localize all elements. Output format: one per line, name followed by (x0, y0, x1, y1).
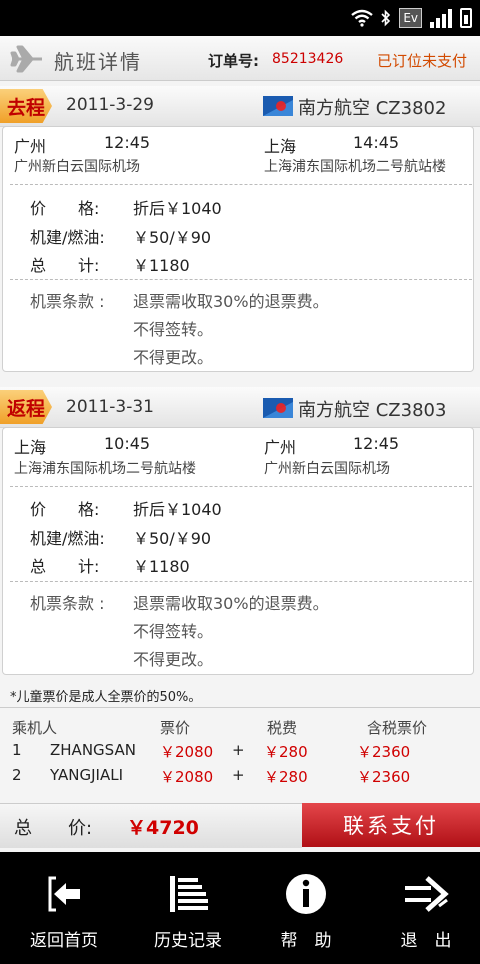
flight-number: CZ3803 (375, 400, 447, 421)
tax-value: ￥50/￥90 (133, 228, 212, 247)
total-price-label: 总 价: (14, 818, 93, 839)
ticket-term: 退票需收取30%的退票费。 (133, 292, 329, 311)
back-home-icon (48, 876, 80, 912)
arrival-time: 14:45 (353, 133, 400, 152)
wifi-icon (351, 9, 374, 27)
flight-number: CZ3802 (375, 98, 447, 119)
status-icons: Ev (351, 6, 472, 30)
order-status: 已订位未支付 (377, 52, 468, 70)
divider (10, 486, 472, 487)
price-value: 折后￥1040 (133, 199, 222, 218)
arrival-time: 12:45 (353, 434, 400, 453)
outbound-tag: 去程 (0, 89, 52, 123)
ticket-term: 不得签转。 (133, 320, 214, 339)
passenger-tax: ￥280 (264, 768, 308, 786)
col-header-tax: 税费 (267, 719, 298, 737)
departure-time: 12:45 (104, 133, 151, 152)
divider (10, 279, 472, 280)
ticket-terms-label: 机票条款 : (30, 594, 105, 613)
from-city: 广州 (14, 137, 47, 156)
ticket-term: 不得签转。 (133, 622, 214, 641)
passenger-total: ￥2360 (357, 768, 411, 786)
to-airport: 广州新白云国际机场 (264, 461, 390, 477)
passenger-name: ZHANGSAN (50, 741, 136, 759)
child-fare-note: *儿童票价是成人全票价的50%。 (10, 690, 202, 705)
nav-exit-button[interactable]: 退 出 (366, 852, 480, 964)
page-title: 航班详情 (54, 50, 142, 74)
ticket-term: 退票需收取30%的退票费。 (133, 594, 329, 613)
divider (10, 581, 472, 582)
departure-time: 10:45 (104, 434, 151, 453)
passenger-name: YANGJIALI (50, 766, 123, 784)
airline-name: 南方航空 (298, 400, 370, 421)
signal-icon (430, 8, 452, 28)
airplane-icon (10, 45, 42, 73)
outbound-airline: 南方航空 CZ3802 (298, 94, 446, 120)
bluetooth-icon (381, 9, 391, 27)
passenger-index: 2 (12, 766, 22, 784)
price-value: 折后￥1040 (133, 500, 222, 519)
nav-label: 退 出 (400, 931, 452, 951)
nav-label: 返回首页 (30, 931, 98, 951)
total-label: 总 计: (30, 256, 100, 275)
divider (10, 184, 472, 185)
total-value: ￥1180 (133, 256, 190, 275)
airline-logo-icon (263, 398, 293, 418)
passenger-tax: ￥280 (264, 743, 308, 761)
battery-icon (460, 8, 472, 28)
contact-pay-button[interactable]: 联系支付 (302, 803, 480, 847)
total-price-value: ￥4720 (127, 817, 199, 839)
price-label: 价 格: (30, 500, 100, 519)
exit-arrow-icon (405, 876, 449, 912)
passenger-fare: ￥2080 (160, 768, 214, 786)
to-airport: 上海浦东国际机场二号航站楼 (264, 159, 446, 175)
price-label: 价 格: (30, 199, 100, 218)
nav-help-button[interactable]: 帮 助 (246, 852, 366, 964)
passenger-fare: ￥2080 (160, 743, 214, 761)
tax-label: 机建/燃油: (30, 228, 105, 247)
airline-name: 南方航空 (298, 98, 370, 119)
return-tag: 返程 (0, 390, 52, 424)
col-header-fare: 票价 (160, 719, 191, 737)
plus-sign: + (232, 766, 245, 784)
tax-value: ￥50/￥90 (133, 529, 212, 548)
return-airline: 南方航空 CZ3803 (298, 396, 446, 422)
passenger-total: ￥2360 (357, 743, 411, 761)
info-icon (286, 874, 326, 914)
from-airport: 广州新白云国际机场 (14, 159, 140, 175)
airline-logo-icon (263, 96, 293, 116)
ticket-term: 不得更改。 (133, 650, 214, 669)
nav-label: 历史记录 (154, 931, 222, 951)
from-airport: 上海浦东国际机场二号航站楼 (14, 461, 196, 477)
return-date: 2011-3-31 (66, 397, 154, 417)
ticket-terms-label: 机票条款 : (30, 292, 105, 311)
from-city: 上海 (14, 438, 47, 457)
passenger-index: 1 (12, 741, 22, 759)
ev-indicator: Ev (399, 8, 422, 28)
ticket-term: 不得更改。 (133, 348, 214, 367)
nav-history-button[interactable]: 历史记录 (128, 852, 248, 964)
total-label: 总 计: (30, 557, 100, 576)
nav-label: 帮 助 (280, 931, 332, 951)
order-number: 85213426 (272, 51, 344, 67)
to-city: 上海 (264, 137, 297, 156)
plus-sign: + (232, 741, 245, 759)
nav-home-button[interactable]: 返回首页 (4, 852, 124, 964)
divider (0, 707, 480, 708)
outbound-date: 2011-3-29 (66, 95, 154, 115)
col-header-total: 含税票价 (367, 719, 428, 737)
to-city: 广州 (264, 438, 297, 457)
tax-label: 机建/燃油: (30, 529, 105, 548)
order-number-label: 订单号: (208, 52, 259, 70)
history-list-icon (170, 876, 208, 912)
col-header-passenger: 乘机人 (12, 719, 58, 737)
total-value: ￥1180 (133, 557, 190, 576)
